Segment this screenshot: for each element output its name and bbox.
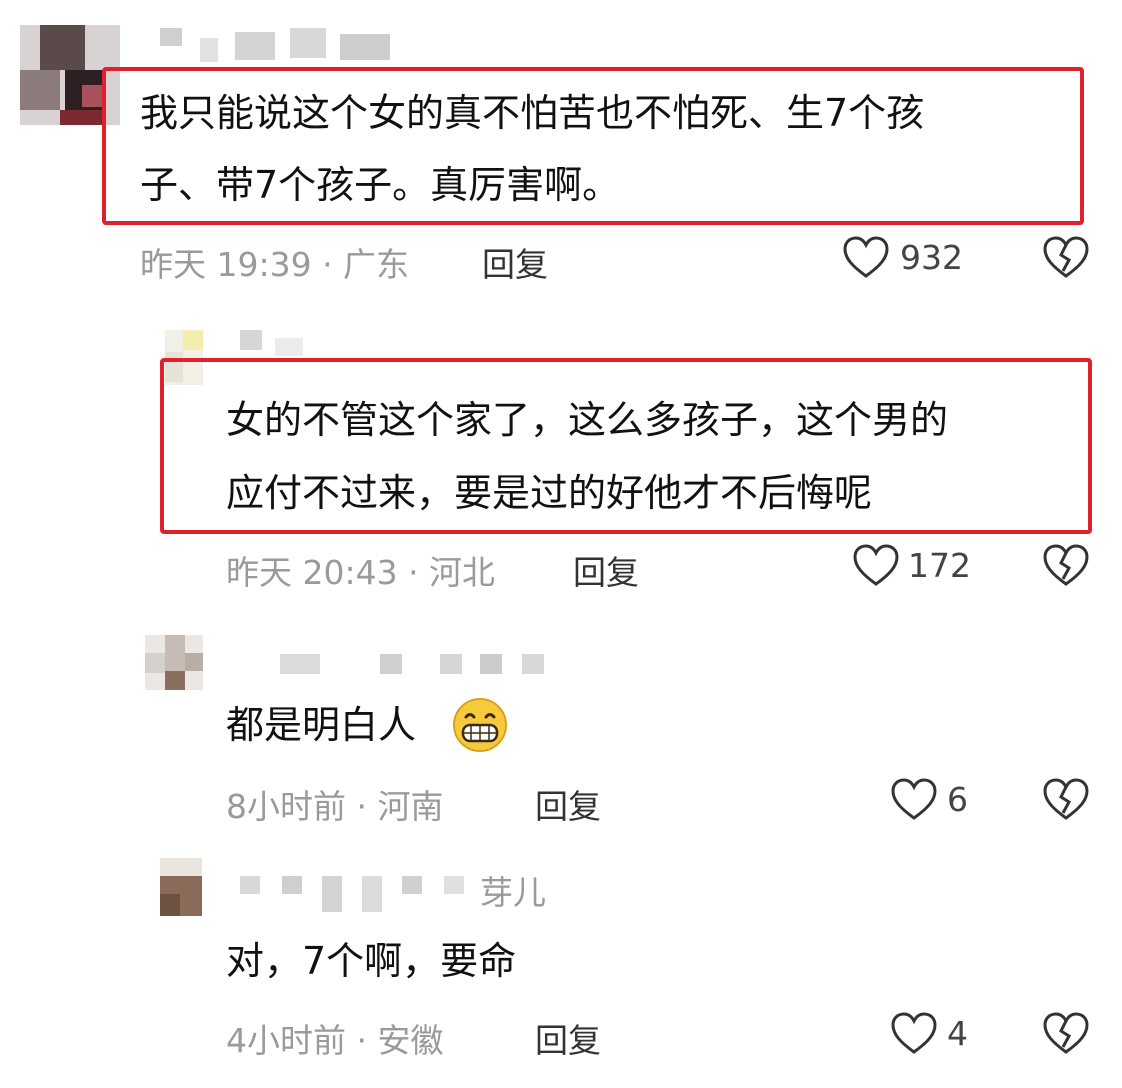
username-suffix: 芽儿 <box>480 873 546 912</box>
like-count: 4 <box>947 1014 968 1053</box>
like-count: 932 <box>900 238 963 277</box>
comment-text-line-1: 女的不管这个家了，这么多孩子，这个男的 <box>226 398 949 442</box>
username-blurred[interactable] <box>240 872 485 918</box>
reply-button[interactable]: 回复 <box>573 546 639 594</box>
comment-text: 对，7个啊，要命 <box>226 939 517 983</box>
comment-meta: 8小时前 · 河南 <box>226 787 444 826</box>
comment-text-line-1: 我只能说这个女的真不怕苦也不怕死、生7个孩 <box>140 91 925 135</box>
comment-text-line-2: 应付不过来，要是过的好他才不后悔呢 <box>226 471 873 515</box>
comment-text: 都是明白人 <box>226 703 417 747</box>
reply-button[interactable]: 回复 <box>535 1014 601 1062</box>
comment-meta: 4小时前 · 安徽 <box>226 1021 444 1060</box>
username-blurred[interactable] <box>160 28 400 64</box>
comment-meta: 昨天 20:43 · 河北 <box>226 553 496 592</box>
broken-heart-icon[interactable] <box>1042 1012 1090 1056</box>
username-blurred[interactable] <box>280 652 550 678</box>
heart-outline-icon[interactable] <box>842 236 890 280</box>
username-blurred[interactable] <box>240 330 310 360</box>
like-count: 172 <box>908 546 971 585</box>
broken-heart-icon[interactable] <box>1042 778 1090 822</box>
avatar[interactable] <box>145 635 203 690</box>
comment-text-line-2: 子、带7个孩子。真厉害啊。 <box>140 163 621 207</box>
comment-meta: 昨天 19:39 · 广东 <box>140 245 410 284</box>
heart-outline-icon[interactable] <box>852 544 900 588</box>
broken-heart-icon[interactable] <box>1042 544 1090 588</box>
avatar[interactable] <box>160 858 202 916</box>
like-count: 6 <box>947 780 968 819</box>
grinning-face-icon <box>453 698 507 752</box>
reply-button[interactable]: 回复 <box>482 238 548 286</box>
reply-button[interactable]: 回复 <box>535 780 601 828</box>
broken-heart-icon[interactable] <box>1042 236 1090 280</box>
heart-outline-icon[interactable] <box>890 778 938 822</box>
heart-outline-icon[interactable] <box>890 1012 938 1056</box>
